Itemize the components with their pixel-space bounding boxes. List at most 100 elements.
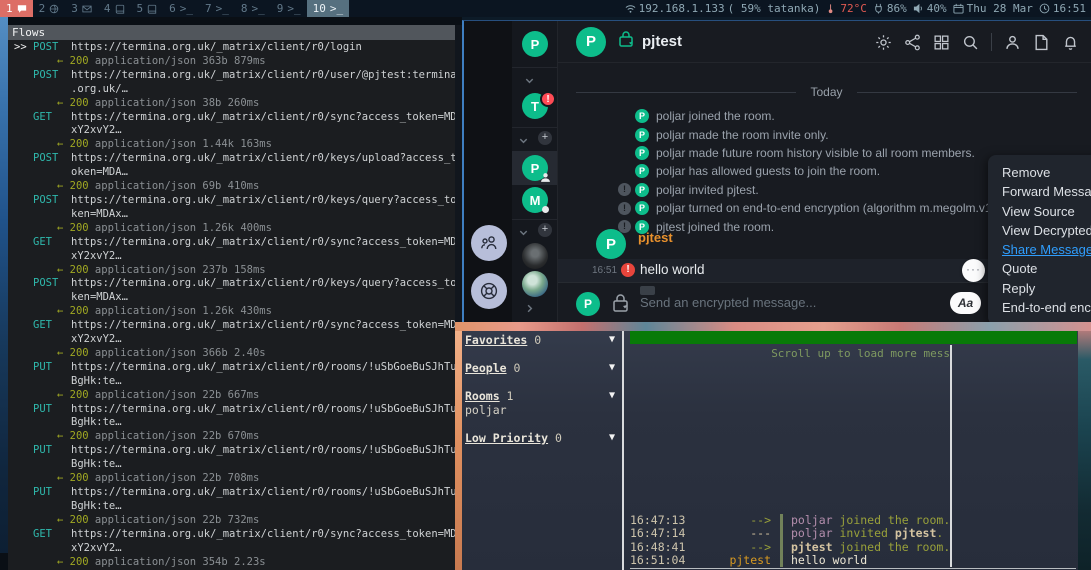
flow-row[interactable]: PUThttps://termina.org.uk/_matrix/client… (8, 403, 455, 445)
flow-row[interactable]: POSThttps://termina.org.uk/_matrix/clien… (8, 277, 455, 319)
user-avatar[interactable]: P (522, 31, 548, 57)
room-avatar-tower-image[interactable] (522, 243, 548, 269)
flow-response-meta: application/json 38b 260ms (89, 97, 260, 109)
flow-row[interactable]: POSThttps://termina.org.uk/_matrix/clien… (8, 194, 455, 236)
members-icon[interactable] (1004, 34, 1021, 51)
system-message-text: poljar made the room invite only. (656, 128, 829, 142)
workspace-number: 7 (205, 2, 212, 15)
menu-item-view-source[interactable]: View Source (988, 202, 1091, 221)
sender-avatar[interactable]: P (596, 229, 626, 259)
flow-response-line: ← 200 application/json 22b 670ms (8, 430, 455, 444)
settings-gear-icon[interactable] (875, 34, 892, 51)
room-avatar-pjtest[interactable]: P (522, 155, 548, 181)
scroll-notice: Scroll up to load more mess (624, 347, 950, 360)
flow-row[interactable]: POSThttps://termina.org.uk/_matrix/clien… (8, 152, 455, 194)
workspace-6[interactable]: 6>_ (163, 0, 199, 17)
workspace-number: 8 (241, 2, 248, 15)
room-section-header[interactable]: Low Priority 0▼ (462, 431, 622, 445)
workspace-9[interactable]: 9>_ (271, 0, 307, 17)
flow-method: GET (33, 111, 71, 125)
collapse-triangle-icon[interactable]: ▼ (609, 333, 615, 347)
gomuks-window: Favorites 0▼People 0▼Rooms 1▼poljarLow P… (462, 331, 1078, 570)
flow-row[interactable]: POSThttps://termina.org.uk/_matrix/clien… (8, 69, 455, 111)
people-button[interactable] (471, 225, 507, 261)
chevron-down-icon[interactable] (518, 133, 529, 151)
workspace-2[interactable]: 2 (33, 0, 66, 17)
rail-divider (512, 127, 557, 128)
apps-grid-icon[interactable] (933, 34, 950, 51)
share-icon[interactable] (904, 34, 921, 51)
chevron-down-icon[interactable] (518, 225, 529, 243)
flow-row[interactable]: PUThttps://termina.org.uk/_matrix/client… (8, 444, 455, 486)
workspace-1[interactable]: 1 (0, 0, 33, 17)
files-icon[interactable] (1033, 34, 1050, 51)
flow-method: GET (33, 236, 71, 250)
flow-status: ← 200 (57, 264, 89, 276)
flow-request-line: PUThttps://termina.org.uk/_matrix/client… (8, 361, 455, 375)
room-avatar[interactable]: P (576, 27, 606, 57)
notifications-bell-icon[interactable] (1062, 34, 1079, 51)
terminal-message-row: 16:47:14---poljar invited pjtest. (630, 527, 950, 540)
add-room-button[interactable]: + (538, 223, 552, 237)
section-gap (462, 417, 622, 431)
room-avatar-earth-image[interactable] (522, 271, 548, 297)
flow-method: POST (33, 41, 71, 55)
flow-response-line: ← 200 application/json 22b 667ms (8, 389, 455, 403)
menu-item-share-message[interactable]: Share Message (988, 240, 1091, 259)
flow-url-continuation: .org.uk/… (8, 83, 455, 97)
chevron-right-icon[interactable] (524, 301, 535, 319)
flow-row[interactable]: >>POSThttps://termina.org.uk/_matrix/cli… (8, 41, 455, 69)
flow-row[interactable]: GEThttps://termina.org.uk/_matrix/client… (8, 528, 455, 570)
message-options-button[interactable]: ··· (962, 259, 985, 282)
room-section-header[interactable]: People 0▼ (462, 361, 622, 375)
section-label: Favorites (465, 333, 527, 347)
flow-response-line: ← 200 application/json 1.44k 163ms (8, 138, 455, 152)
menu-item-view-decrypted-s[interactable]: View Decrypted S (988, 221, 1091, 240)
flow-status: ← 200 (57, 55, 89, 67)
menu-item-forward-message[interactable]: Forward Message (988, 182, 1091, 201)
room-list-item[interactable]: poljar (462, 403, 622, 417)
room-avatar-m[interactable]: M (522, 187, 548, 213)
system-message: !Ppoljar made the room invite only. (558, 125, 1091, 143)
flow-row[interactable]: PUThttps://termina.org.uk/_matrix/client… (8, 486, 455, 528)
book-icon (115, 4, 125, 14)
menu-item-end-to-end-encryp[interactable]: End-to-end encryp (988, 298, 1091, 317)
flow-url: https://termina.org.uk/_matrix/client/r0… (71, 528, 455, 540)
flow-row[interactable]: PUThttps://termina.org.uk/_matrix/client… (8, 361, 455, 403)
battery-status: ( 59% tatanka) (728, 2, 821, 15)
collapse-triangle-icon[interactable]: ▼ (609, 431, 615, 445)
community-rail (464, 21, 512, 322)
room-section-header[interactable]: Rooms 1▼ (462, 389, 622, 403)
workspace-7[interactable]: 7>_ (199, 0, 235, 17)
flow-row[interactable]: GEThttps://termina.org.uk/_matrix/client… (8, 319, 455, 361)
section-count: 0 (527, 333, 541, 347)
section-label: People (465, 361, 507, 375)
format-button[interactable]: Aa (950, 292, 981, 314)
workspace-5[interactable]: 5 (131, 0, 164, 17)
flow-status: ← 200 (57, 347, 89, 359)
terminal-message-row: 16:48:41-->pjtest joined the room. (630, 541, 950, 554)
workspace-8[interactable]: 8>_ (235, 0, 271, 17)
workspace-10[interactable]: 10>_ (307, 0, 350, 17)
collapse-triangle-icon[interactable]: ▼ (609, 389, 615, 403)
menu-item-reply[interactable]: Reply (988, 279, 1091, 298)
date-divider: Today (576, 85, 1077, 99)
speaker-icon (913, 3, 924, 14)
system-message-text: pjtest joined the room. (656, 220, 774, 234)
section-count: 1 (500, 389, 514, 403)
explore-communities-button[interactable] (471, 273, 507, 309)
collapse-triangle-icon[interactable]: ▼ (609, 361, 615, 375)
room-section-header[interactable]: Favorites 0 ▼ (462, 333, 622, 347)
section-gap (462, 375, 622, 389)
chevron-down-icon[interactable] (524, 73, 535, 91)
message-timestamp: 16:51 (592, 265, 617, 276)
add-room-button[interactable]: + (538, 131, 552, 145)
workspace-3[interactable]: 3 (65, 0, 98, 17)
menu-item-quote[interactable]: Quote (988, 259, 1091, 278)
section-gap (462, 445, 622, 459)
search-icon[interactable] (962, 34, 979, 51)
menu-item-remove[interactable]: Remove (988, 163, 1091, 182)
workspace-4[interactable]: 4 (98, 0, 131, 17)
flow-row[interactable]: GEThttps://termina.org.uk/_matrix/client… (8, 236, 455, 278)
flow-row[interactable]: GEThttps://termina.org.uk/_matrix/client… (8, 111, 455, 153)
